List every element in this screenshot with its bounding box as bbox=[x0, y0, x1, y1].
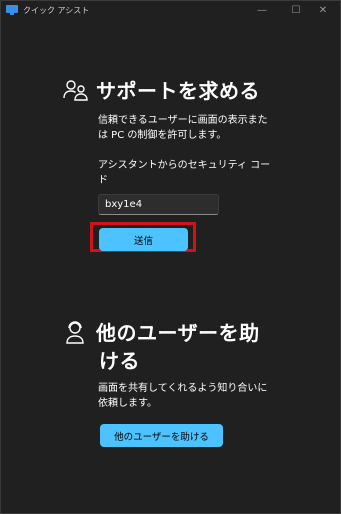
help-someone-description-line1: 画面を共有してくれるよう知り合いに bbox=[98, 383, 268, 394]
help-someone-title-line1: 他のユーザーを助 bbox=[96, 321, 260, 345]
get-help-description-line1: 信頼できるユーザーに画面の表示また bbox=[98, 115, 268, 126]
person-headset-icon bbox=[66, 320, 84, 344]
quick-assist-app-icon bbox=[6, 5, 18, 15]
security-code-label-line2: ド bbox=[98, 175, 108, 186]
get-help-description-line2: は PC の制御を許可します。 bbox=[98, 130, 227, 141]
window-title: クイック アシスト bbox=[23, 6, 90, 15]
get-help-title: サポートを求める bbox=[96, 79, 260, 103]
help-someone-button[interactable]: 他のユーザーを助ける bbox=[100, 424, 223, 447]
minimize-button[interactable]: — bbox=[245, 1, 279, 21]
quick-assist-window: クイック アシスト — ☐ ✕ サポートを求める 信頼できるユーザーに画面の表示… bbox=[0, 0, 341, 514]
people-icon bbox=[63, 79, 88, 101]
help-someone-title-line2: ける bbox=[99, 349, 140, 373]
help-someone-header: 他のユーザーを助 bbox=[62, 317, 260, 346]
help-someone-description-line2: 依頼します。 bbox=[98, 398, 157, 409]
security-code-label-line1: アシスタントからのセキュリティ コー bbox=[98, 160, 271, 171]
submit-button[interactable]: 送信 bbox=[99, 228, 188, 251]
get-help-header: サポートを求める bbox=[62, 75, 260, 104]
close-button[interactable]: ✕ bbox=[306, 1, 340, 21]
title-bar: クイック アシスト — ☐ ✕ bbox=[1, 1, 340, 21]
security-code-input[interactable] bbox=[98, 194, 219, 215]
